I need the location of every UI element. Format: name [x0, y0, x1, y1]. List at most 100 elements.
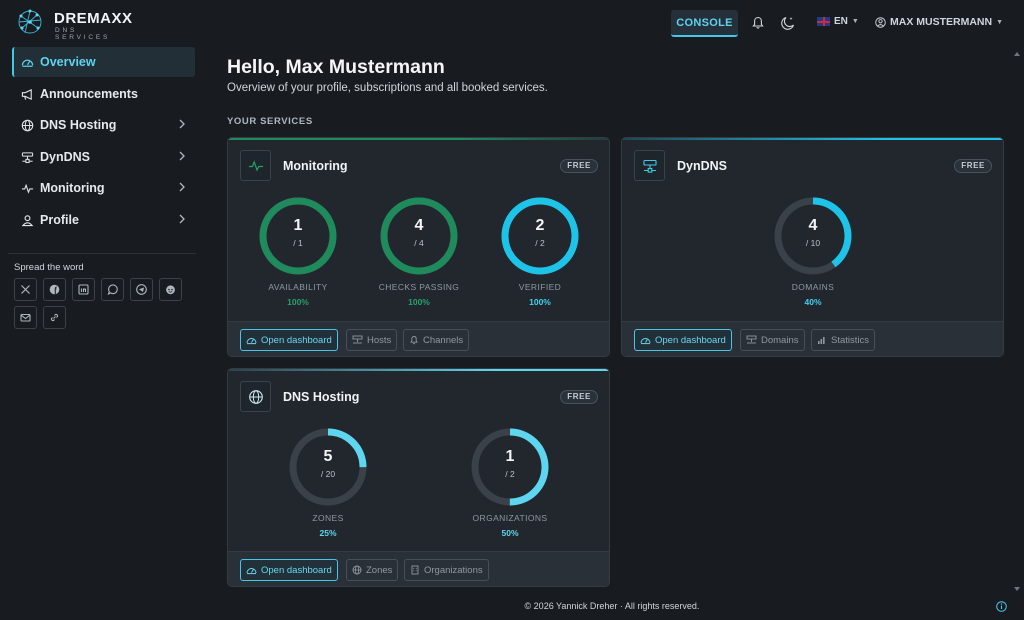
- share-telegram-button[interactable]: [130, 278, 153, 301]
- user-menu[interactable]: MAX MUSTERMANN ▼: [875, 16, 1003, 28]
- pulse-icon: [21, 183, 34, 194]
- dyndns-card-icon: [634, 150, 665, 181]
- button-label: Hosts: [367, 334, 392, 346]
- link-icon: [50, 313, 59, 322]
- gauge-label: CHECKS PASSING: [378, 282, 460, 292]
- email-icon: [20, 313, 31, 322]
- hosts-button[interactable]: Hosts: [346, 329, 398, 351]
- dashboard-icon: [640, 338, 651, 345]
- statistics-button[interactable]: Statistics: [811, 329, 876, 351]
- moon-icon[interactable]: [780, 15, 796, 31]
- share-linkedin-button[interactable]: [72, 278, 95, 301]
- gauge-percent: 50%: [501, 528, 519, 538]
- dashboard-icon: [21, 59, 34, 67]
- card-footer: Open dashboard Domains Statistics: [622, 321, 1003, 356]
- chevron-down-icon: ▼: [851, 18, 859, 25]
- gauge-max: / 10: [805, 238, 821, 248]
- scroll-down-arrow[interactable]: [1014, 587, 1020, 591]
- button-label: Channels: [423, 334, 464, 346]
- gauge-value: 5: [323, 448, 333, 465]
- gauge-value: 4: [808, 217, 818, 234]
- open-dashboard-button[interactable]: Open dashboard: [240, 559, 338, 581]
- dns-hosting-card-icon: [240, 381, 271, 412]
- section-title: YOUR SERVICES: [227, 116, 313, 127]
- button-label: Open dashboard: [655, 334, 726, 346]
- gauge-percent: 100%: [408, 297, 430, 307]
- gauge-percent: 100%: [529, 297, 551, 307]
- sidebar-item-overview[interactable]: Overview: [12, 47, 195, 77]
- card-accent-bar: [228, 369, 609, 371]
- sidebar-item-profile[interactable]: Profile: [12, 205, 195, 235]
- plan-badge: FREE: [560, 159, 598, 173]
- gauge-label: AVAILABILITY: [268, 282, 328, 292]
- card-footer: Open dashboard Zones Organizations: [228, 551, 609, 586]
- language-switcher[interactable]: EN ▼: [817, 16, 859, 27]
- brand-tagline: DNS SERVICES: [55, 27, 111, 41]
- domains-button[interactable]: Domains: [740, 329, 805, 351]
- dns-hosting-card: DNS Hosting FREE 5 / 20 ZONES 25% 1 / 2 …: [227, 368, 610, 587]
- gauge-label: ORGANIZATIONS: [472, 513, 548, 523]
- gauge-label: ZONES: [312, 513, 344, 523]
- open-dashboard-button[interactable]: Open dashboard: [240, 329, 338, 351]
- share-whatsapp-button[interactable]: [101, 278, 124, 301]
- share-facebook-button[interactable]: [43, 278, 66, 301]
- sidebar-item-announcements[interactable]: Announcements: [12, 79, 195, 109]
- card-title: DynDNS: [677, 159, 728, 173]
- gauge-max: / 20: [320, 469, 336, 479]
- gauge-value: 1: [293, 217, 303, 234]
- sidebar-item-monitoring[interactable]: Monitoring: [12, 173, 195, 203]
- dyndns-card: DynDNS FREE 4 / 10 DOMAINS 40% Open dash…: [621, 137, 1004, 357]
- gauge-label: VERIFIED: [518, 282, 562, 292]
- console-tab[interactable]: CONSOLE: [671, 10, 738, 37]
- share-reddit-button[interactable]: [159, 278, 182, 301]
- building-icon: [411, 565, 419, 575]
- share-email-button[interactable]: [14, 306, 37, 329]
- sidebar-item-label: Announcements: [40, 87, 138, 101]
- brand-name: DREMAXX: [54, 10, 133, 27]
- verified-gauge: 2 / 2: [500, 196, 580, 276]
- gauge-max: / 1: [293, 238, 303, 248]
- bell-icon[interactable]: [750, 15, 766, 31]
- x-icon: [21, 285, 30, 294]
- share-link-button[interactable]: [43, 306, 66, 329]
- card-accent-bar: [228, 138, 609, 140]
- organizations-button[interactable]: Organizations: [404, 559, 489, 581]
- page-subtitle: Overview of your profile, subscriptions …: [227, 82, 548, 94]
- availability-gauge: 1 / 1: [258, 196, 338, 276]
- monitoring-card: Monitoring FREE 1 / 1 AVAILABILITY 100% …: [227, 137, 610, 357]
- open-dashboard-button[interactable]: Open dashboard: [634, 329, 732, 351]
- sidebar: Overview Announcements DNS Hosting DynDN…: [0, 46, 204, 620]
- logo-globe-icon: [18, 9, 42, 34]
- bar-chart-icon: [818, 337, 825, 344]
- channels-button[interactable]: Channels: [403, 329, 470, 351]
- monitoring-card-icon: [240, 150, 271, 181]
- gauge-value: 1: [505, 448, 515, 465]
- user-icon: [21, 214, 34, 226]
- domains-gauge: 4 / 10: [773, 196, 853, 276]
- facebook-icon: [49, 284, 60, 295]
- chevron-right-icon: [179, 151, 185, 161]
- gauge-percent: 100%: [287, 297, 309, 307]
- dashboard-icon: [246, 568, 257, 575]
- brand-logo[interactable]: DREMAXX DNS SERVICES: [16, 8, 136, 41]
- sidebar-divider: [8, 253, 196, 254]
- sidebar-item-label: Overview: [40, 55, 96, 69]
- sidebar-item-dns-hosting[interactable]: DNS Hosting: [12, 110, 195, 140]
- server-icon: [746, 335, 757, 344]
- card-title: Monitoring: [283, 159, 348, 173]
- scroll-up-arrow[interactable]: [1014, 52, 1020, 56]
- button-label: Open dashboard: [261, 564, 332, 576]
- gauge-max: / 2: [535, 238, 545, 248]
- zones-button[interactable]: Zones: [346, 559, 399, 581]
- chevron-right-icon: [179, 119, 185, 129]
- button-label: Open dashboard: [261, 334, 332, 346]
- globe-icon: [352, 565, 362, 575]
- gauge-percent: 25%: [319, 528, 337, 538]
- whatsapp-icon: [107, 284, 118, 295]
- info-icon[interactable]: [996, 601, 1007, 612]
- checks-passing-gauge: 4 / 4: [379, 196, 459, 276]
- share-x-button[interactable]: [14, 278, 37, 301]
- card-accent-bar: [622, 138, 1003, 140]
- gauge-max: / 4: [414, 238, 424, 248]
- sidebar-item-dyndns[interactable]: DynDNS: [12, 142, 195, 172]
